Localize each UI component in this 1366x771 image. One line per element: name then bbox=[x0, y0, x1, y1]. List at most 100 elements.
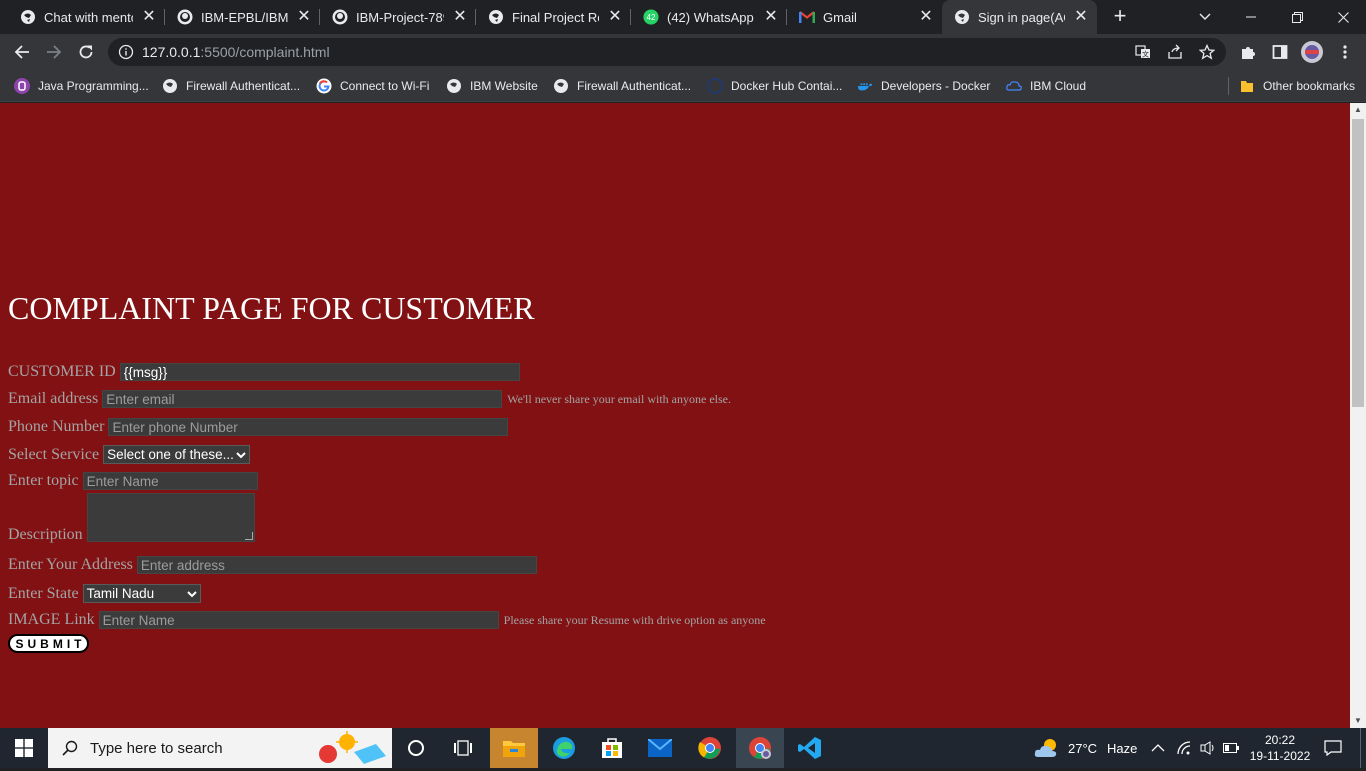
email-help-text: We'll never share your email with anyone… bbox=[507, 391, 731, 406]
phone-input[interactable]: Enter phone Number bbox=[108, 418, 509, 436]
bookmark-developers-docker[interactable]: Developers - Docker bbox=[857, 76, 990, 96]
globe-icon bbox=[20, 9, 36, 25]
file-explorer-icon[interactable] bbox=[490, 728, 538, 768]
bookmarks-bar: Java Programming... Firewall Authenticat… bbox=[0, 70, 1366, 102]
profile-avatar[interactable] bbox=[1300, 40, 1324, 64]
back-arrow-icon[interactable] bbox=[10, 40, 34, 64]
bookmark-docker-hub[interactable]: Docker Hub Contai... bbox=[707, 76, 842, 96]
tab-gmail[interactable]: Gmail ✕ bbox=[787, 0, 942, 34]
close-icon[interactable]: ✕ bbox=[607, 9, 623, 25]
tab-final-project-report[interactable]: Final Project Rep ✕ bbox=[476, 0, 631, 34]
bookmark-label: Docker Hub Contai... bbox=[731, 79, 843, 93]
microsoft-store-icon[interactable] bbox=[588, 728, 636, 768]
tab-chat-with-mentor[interactable]: Chat with mentor ✕ bbox=[8, 0, 165, 34]
state-select[interactable]: Tamil Nadu bbox=[82, 584, 201, 603]
svg-text:42: 42 bbox=[647, 13, 656, 22]
page-scrollbar[interactable]: ▲ ▼ bbox=[1350, 103, 1366, 728]
scrollbar-thumb[interactable] bbox=[1352, 119, 1364, 407]
site-info-icon[interactable] bbox=[118, 44, 134, 65]
close-icon[interactable]: ✕ bbox=[141, 9, 157, 25]
tab-sign-in-page[interactable]: Sign in page(AGE ✕ bbox=[942, 0, 1097, 34]
image-link-input[interactable]: Enter Name bbox=[98, 611, 499, 629]
url-path: :5500/complaint.html bbox=[200, 44, 330, 60]
address-bar[interactable]: 127.0.0.1:5500/complaint.html 文 bbox=[108, 38, 1226, 66]
folder-icon bbox=[1239, 78, 1255, 94]
close-icon[interactable]: ✕ bbox=[296, 9, 312, 25]
phone-label: Phone Number bbox=[8, 418, 105, 435]
search-icon bbox=[62, 740, 78, 756]
forward-arrow-icon[interactable] bbox=[42, 40, 66, 64]
close-icon[interactable]: ✕ bbox=[918, 9, 934, 25]
topic-input[interactable]: Enter Name bbox=[82, 472, 258, 490]
wifi-icon[interactable] bbox=[1176, 728, 1192, 768]
github-icon bbox=[332, 9, 348, 25]
task-view-icon[interactable] bbox=[440, 728, 488, 768]
tab-search-chevron-icon[interactable] bbox=[1182, 0, 1228, 34]
url-text: 127.0.0.1:5500/complaint.html bbox=[142, 44, 330, 60]
battery-icon[interactable] bbox=[1223, 728, 1239, 768]
chrome-icon[interactable] bbox=[686, 728, 734, 768]
whatsapp-icon: 42 bbox=[643, 9, 659, 25]
email-label: Email address bbox=[8, 390, 99, 407]
share-icon[interactable] bbox=[1167, 44, 1183, 65]
minimize-icon[interactable] bbox=[1228, 0, 1274, 34]
weather-temperature: 27°C bbox=[1068, 740, 1098, 756]
other-bookmarks[interactable]: Other bookmarks bbox=[1239, 76, 1355, 96]
tab-ibm-epbl[interactable]: IBM-EPBL/IBM-Pr ✕ bbox=[165, 0, 320, 34]
close-icon[interactable]: ✕ bbox=[452, 9, 468, 25]
topic-label: Enter topic bbox=[8, 472, 79, 489]
bookmark-firewall-auth-1[interactable]: Firewall Authenticat... bbox=[162, 76, 300, 96]
docker-icon bbox=[857, 78, 873, 94]
bookmark-label: Developers - Docker bbox=[881, 79, 991, 93]
side-panel-icon[interactable] bbox=[1268, 40, 1292, 64]
windows-start-icon[interactable] bbox=[0, 728, 48, 768]
tab-title: IBM-EPBL/IBM-Pr bbox=[201, 9, 288, 25]
restore-icon[interactable] bbox=[1274, 0, 1320, 34]
bookmark-star-icon[interactable] bbox=[1198, 43, 1216, 65]
resize-grip-icon[interactable] bbox=[244, 532, 253, 540]
translate-icon[interactable]: 文 bbox=[1135, 44, 1151, 65]
close-icon[interactable]: ✕ bbox=[763, 9, 779, 25]
customer-id-label: CUSTOMER ID bbox=[8, 363, 116, 380]
bookmark-connect-wifi[interactable]: Connect to Wi-Fi bbox=[316, 76, 429, 96]
show-hidden-icons-chevron-icon[interactable] bbox=[1151, 728, 1165, 768]
globe-icon bbox=[553, 78, 569, 94]
complaint-page: COMPLAINT PAGE FOR CUSTOMER CUSTOMER ID … bbox=[0, 103, 1350, 728]
taskbar-search-box[interactable]: Type here to search bbox=[48, 728, 392, 768]
vscode-icon[interactable] bbox=[786, 728, 834, 768]
customer-id-input[interactable]: {{msg}} bbox=[119, 363, 520, 381]
extensions-puzzle-icon[interactable] bbox=[1236, 40, 1260, 64]
tab-whatsapp[interactable]: 42 (42) WhatsApp ✕ bbox=[631, 0, 787, 34]
show-desktop-edge[interactable] bbox=[1360, 728, 1361, 768]
address-label: Enter Your Address bbox=[8, 556, 133, 573]
bookmark-firewall-auth-2[interactable]: Firewall Authenticat... bbox=[553, 76, 691, 96]
ibm-cloud-icon bbox=[1006, 78, 1022, 94]
chrome-profile-active-icon[interactable] bbox=[736, 728, 784, 768]
service-select[interactable]: Select one of these... bbox=[103, 445, 251, 464]
system-clock[interactable]: 20:22 19-11-2022 bbox=[1250, 728, 1311, 768]
bookmark-ibm-cloud[interactable]: IBM Cloud bbox=[1006, 76, 1086, 96]
new-tab-plus-icon[interactable]: + bbox=[1108, 5, 1132, 29]
more-menu-icon[interactable] bbox=[1333, 40, 1357, 64]
scroll-up-arrow-icon[interactable]: ▲ bbox=[1350, 103, 1366, 117]
search-placeholder: Type here to search bbox=[90, 739, 223, 757]
address-input[interactable]: Enter address bbox=[136, 556, 537, 574]
window-close-icon[interactable] bbox=[1320, 0, 1366, 34]
close-icon[interactable]: ✕ bbox=[1073, 9, 1089, 25]
weather-widget[interactable]: 27°C Haze bbox=[1034, 728, 1137, 768]
bookmark-java-programming[interactable]: Java Programming... bbox=[14, 76, 149, 96]
email-input[interactable]: Enter email bbox=[102, 390, 503, 408]
description-textarea[interactable] bbox=[86, 493, 255, 542]
tab-ibm-project[interactable]: IBM-Project-7897 ✕ bbox=[320, 0, 476, 34]
other-bookmarks-label: Other bookmarks bbox=[1263, 79, 1356, 93]
submit-button[interactable]: SUBMIT bbox=[8, 634, 89, 653]
scroll-down-arrow-icon[interactable]: ▼ bbox=[1350, 714, 1366, 728]
reload-icon[interactable] bbox=[74, 40, 98, 64]
clock-date: 19-11-2022 bbox=[1249, 749, 1311, 763]
cortana-icon[interactable] bbox=[392, 728, 440, 768]
edge-browser-icon[interactable] bbox=[540, 728, 588, 768]
mail-icon[interactable] bbox=[636, 728, 684, 768]
bookmark-ibm-website[interactable]: IBM Website bbox=[446, 76, 538, 96]
volume-icon[interactable] bbox=[1200, 728, 1216, 768]
notification-center-icon[interactable] bbox=[1322, 728, 1344, 768]
